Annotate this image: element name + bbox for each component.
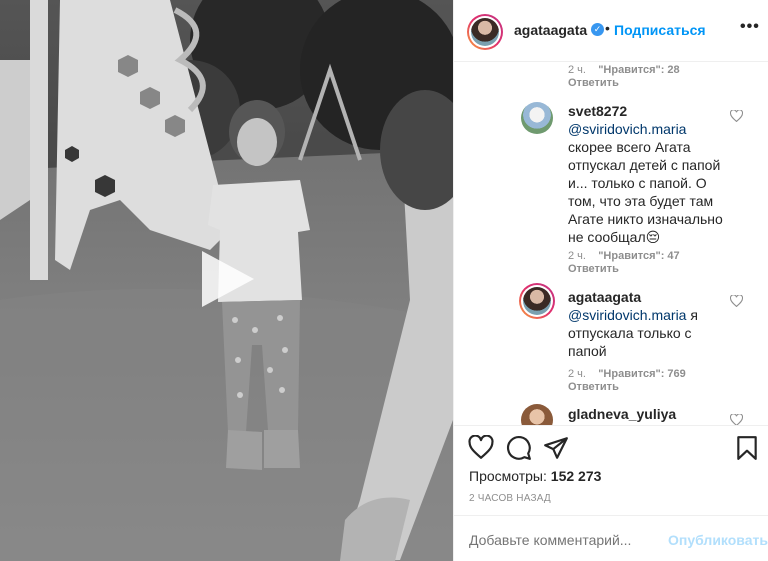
- play-icon[interactable]: [198, 247, 258, 311]
- comment-meta: 2 ч. "Нравится": 47: [568, 250, 680, 262]
- reply-button[interactable]: Ответить: [568, 77, 619, 89]
- author-avatar[interactable]: [467, 14, 503, 50]
- comment-input[interactable]: [469, 532, 669, 548]
- comment-meta: 2 ч. "Нравится": 769: [568, 368, 686, 380]
- paper-plane-icon[interactable]: [543, 435, 569, 461]
- commenter-avatar[interactable]: [521, 102, 553, 134]
- comment-icon[interactable]: [506, 435, 532, 461]
- post-sidebar: agataagata ✓ • Подписаться ••• 2 ч. "Нра…: [453, 0, 768, 561]
- reply-button[interactable]: Ответить: [568, 381, 619, 393]
- commenter-avatar[interactable]: [519, 283, 555, 319]
- comment-text: agataagata @sviridovich.maria я отпускал…: [568, 288, 733, 360]
- publish-button[interactable]: Опубликовать: [668, 532, 768, 548]
- verified-badge-icon: ✓: [591, 23, 604, 36]
- separator-dot: •: [605, 20, 610, 36]
- reply-button[interactable]: Ответить: [568, 263, 619, 275]
- mention-link[interactable]: @sviridovich.maria: [568, 121, 686, 137]
- comment-like-heart-icon[interactable]: [730, 110, 743, 122]
- comment-text: svet8272 @sviridovich.maria скорее всего…: [568, 102, 733, 246]
- post-timestamp[interactable]: 2 ЧАСОВ НАЗАД: [469, 493, 551, 504]
- author-username[interactable]: agataagata: [514, 22, 587, 38]
- comment-text: gladneva_yuliya: [568, 405, 733, 423]
- views-count[interactable]: Просмотры: 152 273: [469, 468, 601, 484]
- commenter-avatar[interactable]: [521, 404, 553, 425]
- comment-body: скорее всего Агата отпускал детей с папо…: [568, 139, 723, 245]
- commenter-username[interactable]: gladneva_yuliya: [568, 406, 676, 422]
- mention-link[interactable]: @sviridovich.maria: [568, 307, 686, 323]
- commenter-username[interactable]: svet8272: [568, 103, 627, 119]
- comment-like-heart-icon[interactable]: [730, 414, 743, 425]
- post-header: agataagata ✓ • Подписаться •••: [454, 0, 768, 62]
- heart-icon[interactable]: [468, 435, 494, 461]
- comment-meta: 2 ч. "Нравится": 28: [568, 64, 680, 76]
- more-options-icon[interactable]: •••: [740, 18, 760, 36]
- add-comment-bar: Опубликовать: [454, 515, 768, 561]
- follow-button[interactable]: Подписаться: [614, 22, 706, 38]
- comments-list[interactable]: 2 ч. "Нравится": 28 Ответить svet8272 @s…: [454, 62, 768, 425]
- comment-like-heart-icon[interactable]: [730, 295, 743, 307]
- video-player[interactable]: [0, 0, 453, 561]
- commenter-username[interactable]: agataagata: [568, 289, 641, 305]
- bookmark-icon[interactable]: [734, 435, 760, 461]
